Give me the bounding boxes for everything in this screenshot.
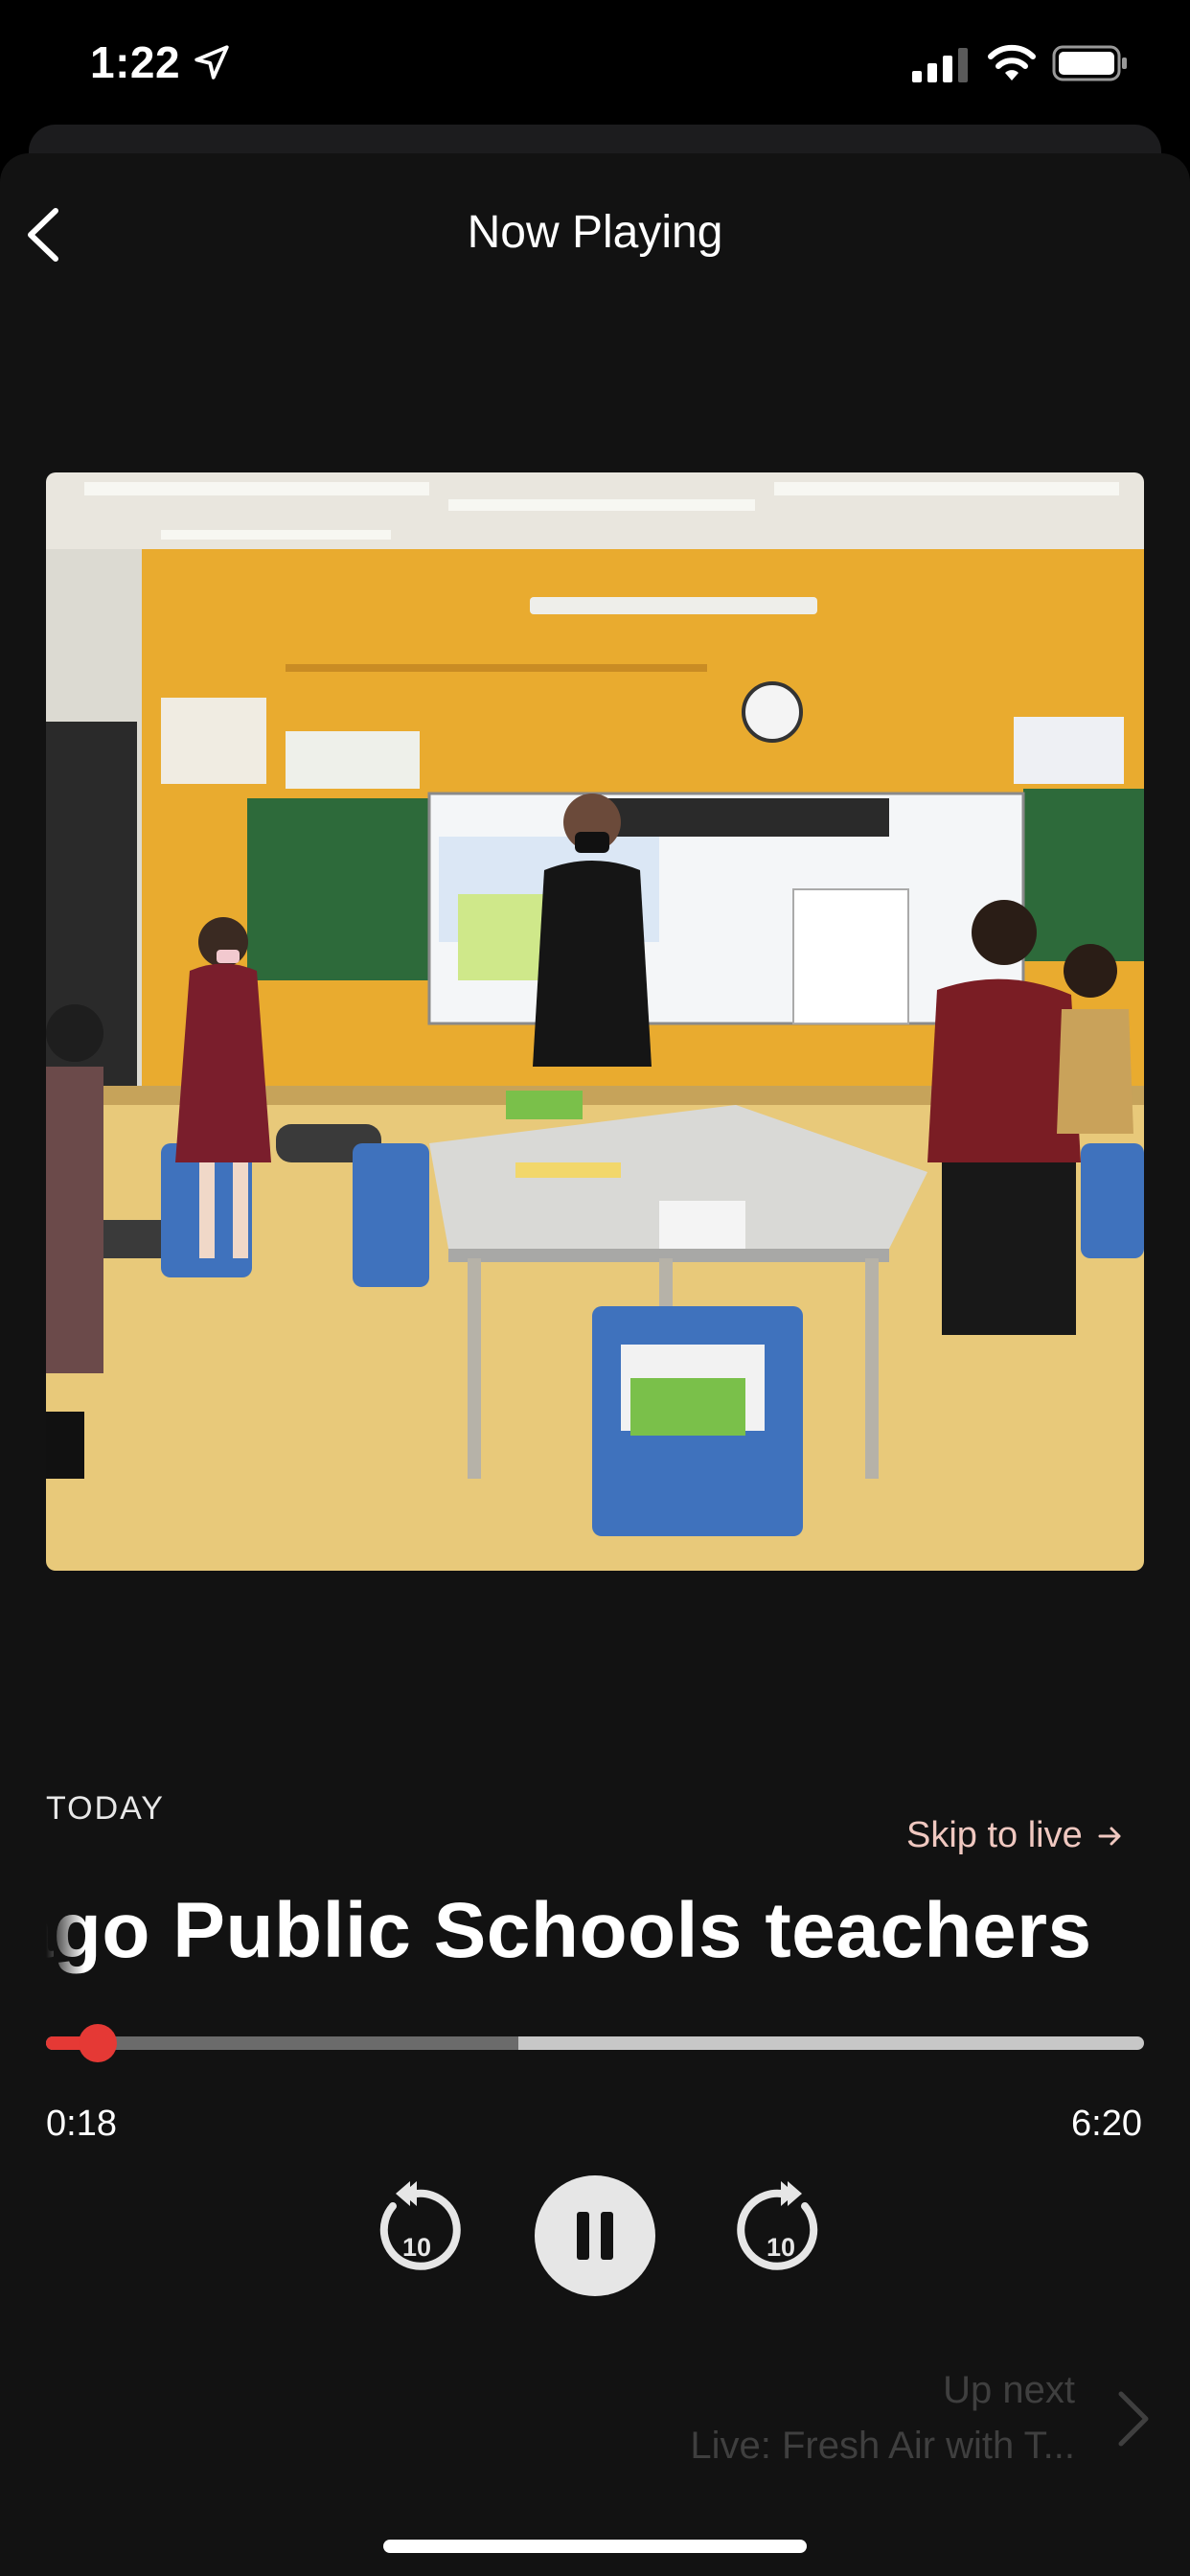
episode-title: Chicago Public Schools teachers — [46, 1887, 1092, 1974]
episode-date-label: TODAY — [46, 1790, 165, 1827]
pause-button[interactable] — [535, 2175, 655, 2296]
home-indicator — [383, 2540, 807, 2553]
episode-title-marquee: Chicago Public Schools teachers — [46, 1886, 1144, 1982]
episode-artwork — [46, 472, 1144, 1571]
rewind-10-icon[interactable] — [364, 2177, 469, 2283]
time-duration: 6:20 — [1071, 2104, 1142, 2144]
status-bar: 1:22 — [0, 0, 1190, 125]
time-elapsed: 0:18 — [46, 2104, 117, 2144]
rewind-10-label: 10 — [401, 2233, 432, 2262]
progress-buffered — [46, 2036, 518, 2050]
marquee-fade-left — [46, 1886, 84, 1982]
arrow-right-icon — [1098, 1827, 1121, 1845]
status-time: 1:22 — [90, 37, 181, 87]
pause-icon — [577, 2212, 613, 2260]
progress-track[interactable] — [46, 2036, 1144, 2050]
battery-icon — [1052, 45, 1127, 81]
page-title: Now Playing — [467, 207, 723, 258]
forward-10-icon[interactable] — [728, 2177, 834, 2283]
progress-scrubber-handle[interactable] — [78, 2024, 117, 2062]
chevron-right-icon[interactable] — [1111, 2388, 1156, 2450]
wifi-icon — [988, 44, 1036, 80]
forward-10-label: 10 — [766, 2233, 796, 2262]
marquee-fade-right — [1115, 1886, 1144, 1982]
up-next-label: Up next — [943, 2369, 1075, 2411]
classroom-illustration — [46, 472, 1144, 1571]
skip-to-live-label: Skip to live — [906, 1815, 1083, 1855]
skip-to-live-button[interactable]: Skip to live — [906, 1815, 1125, 1856]
cellular-signal-icon — [912, 48, 968, 82]
up-next-title[interactable]: Live: Fresh Air with T... — [690, 2425, 1075, 2468]
location-arrow-icon — [195, 45, 229, 80]
